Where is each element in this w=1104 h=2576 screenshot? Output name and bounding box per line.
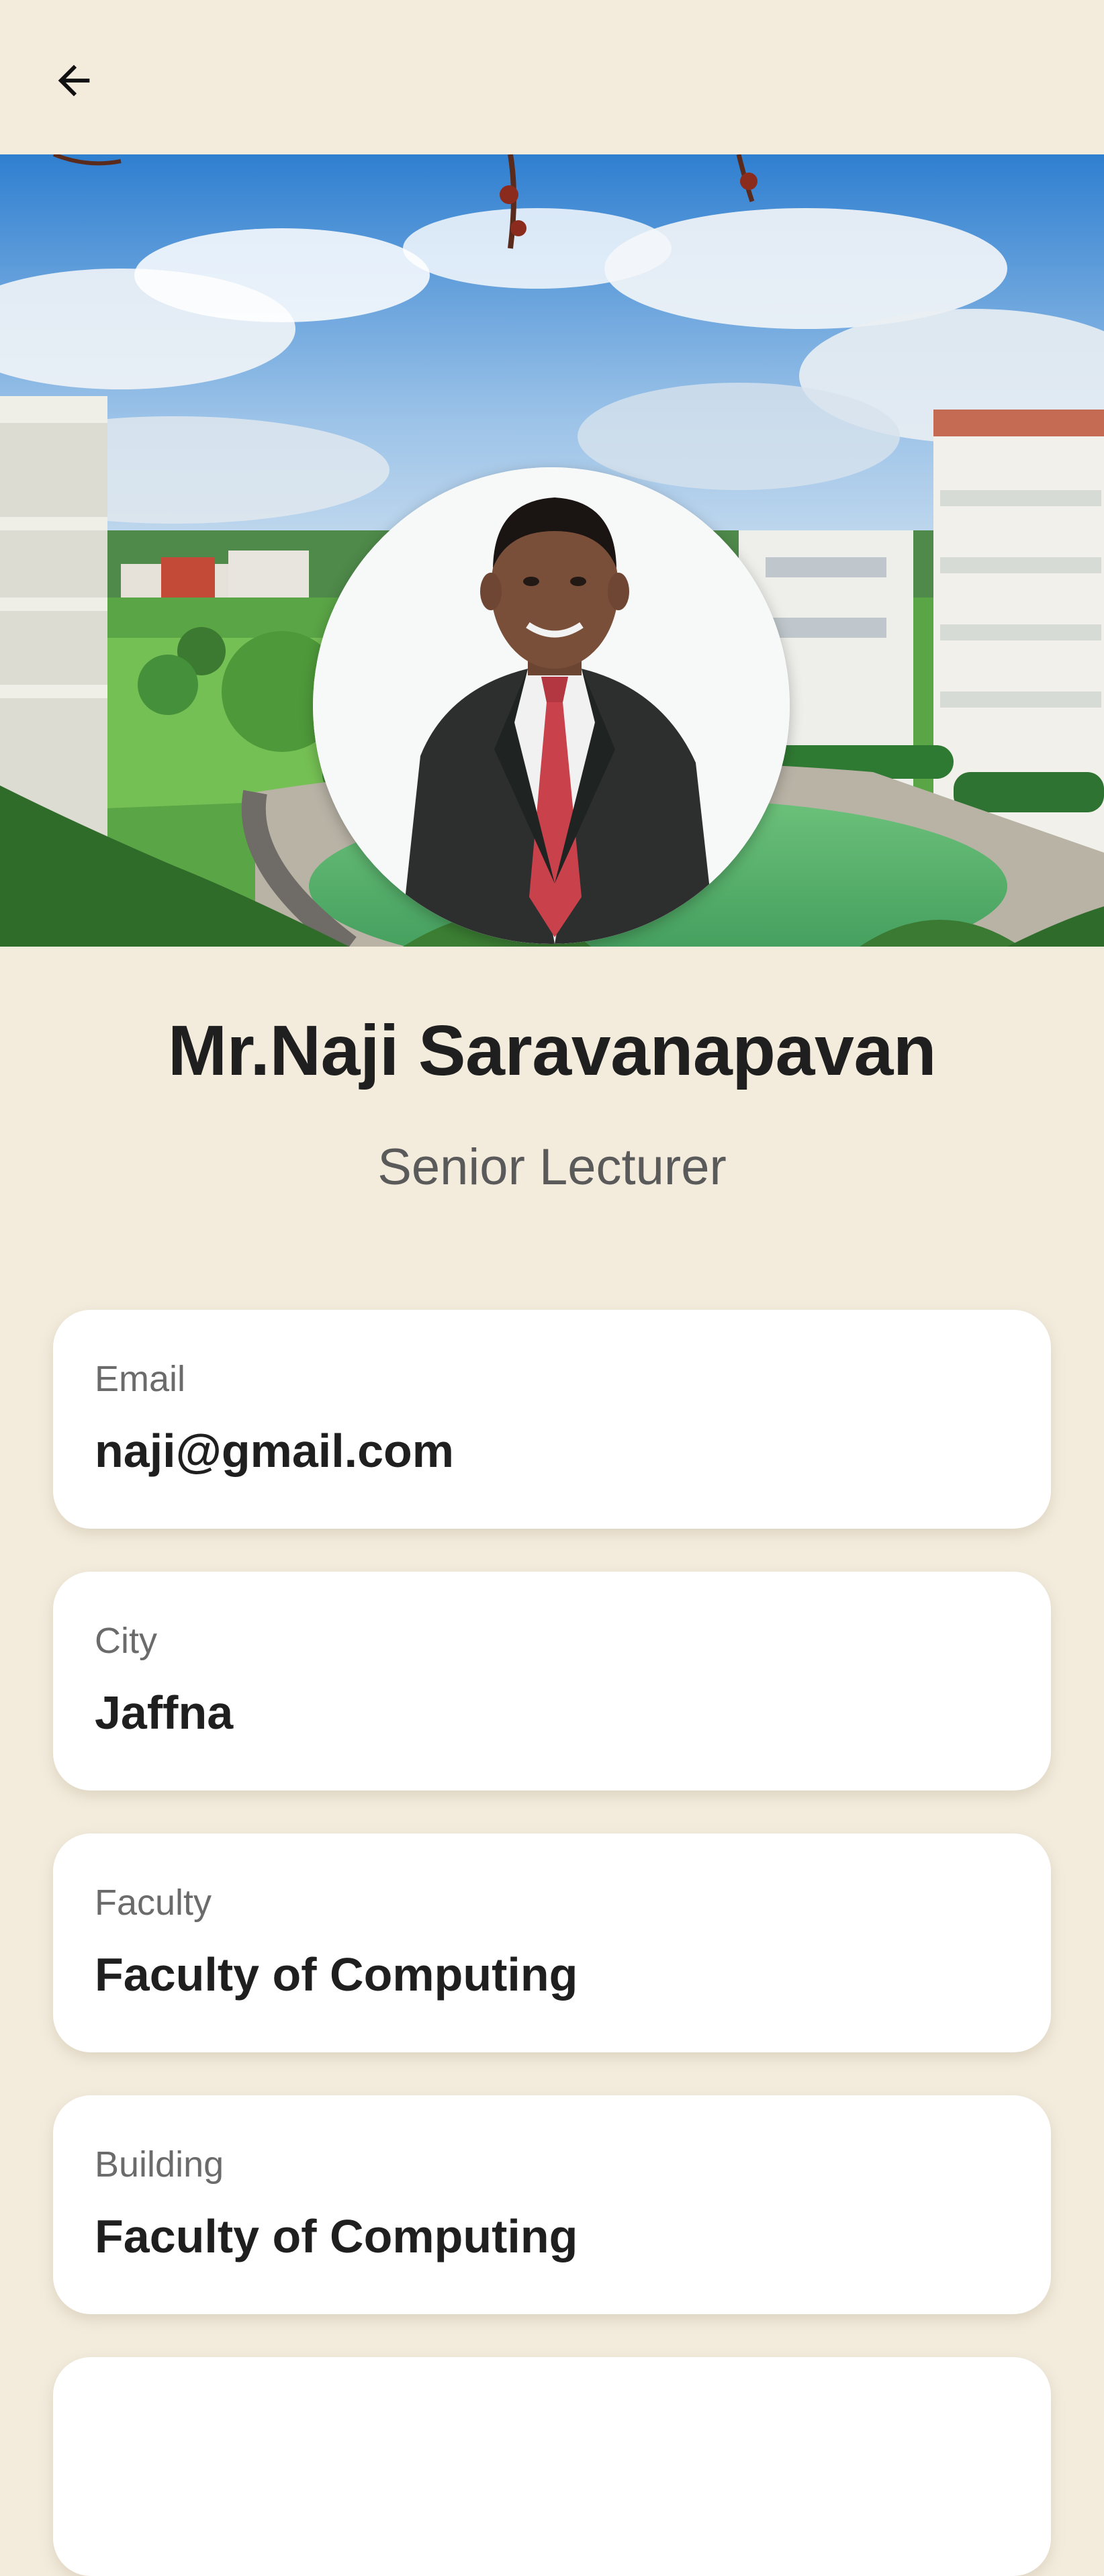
email-label: Email [95,1359,186,1399]
email-value[interactable]: naji@gmail.com [95,1424,454,1478]
faculty-card: Faculty Faculty of Computing [53,1833,1051,2052]
building-value: Faculty of Computing [95,2210,578,2262]
faculty-value: Faculty of Computing [95,1948,578,2001]
avatar [313,467,790,944]
city-card: City Jaffna [53,1572,1051,1791]
lecturer-portrait [313,467,790,944]
building-card: Building Faculty of Computing [53,2095,1051,2314]
city-label: City [95,1621,157,1661]
app-bar [0,0,1104,154]
faculty-label: Faculty [95,1882,212,1923]
profile-name: Mr.Naji Saravanapavan [167,1011,937,1090]
profile-role: Senior Lecturer [377,1139,727,1196]
building-label: Building [95,2144,224,2185]
email-card: Email naji@gmail.com [53,1310,1051,1529]
arrow-left-icon [58,64,90,97]
back-button[interactable] [40,47,107,114]
next-card [53,2357,1051,2576]
hero-image [0,154,1104,947]
city-value: Jaffna [95,1686,234,1739]
